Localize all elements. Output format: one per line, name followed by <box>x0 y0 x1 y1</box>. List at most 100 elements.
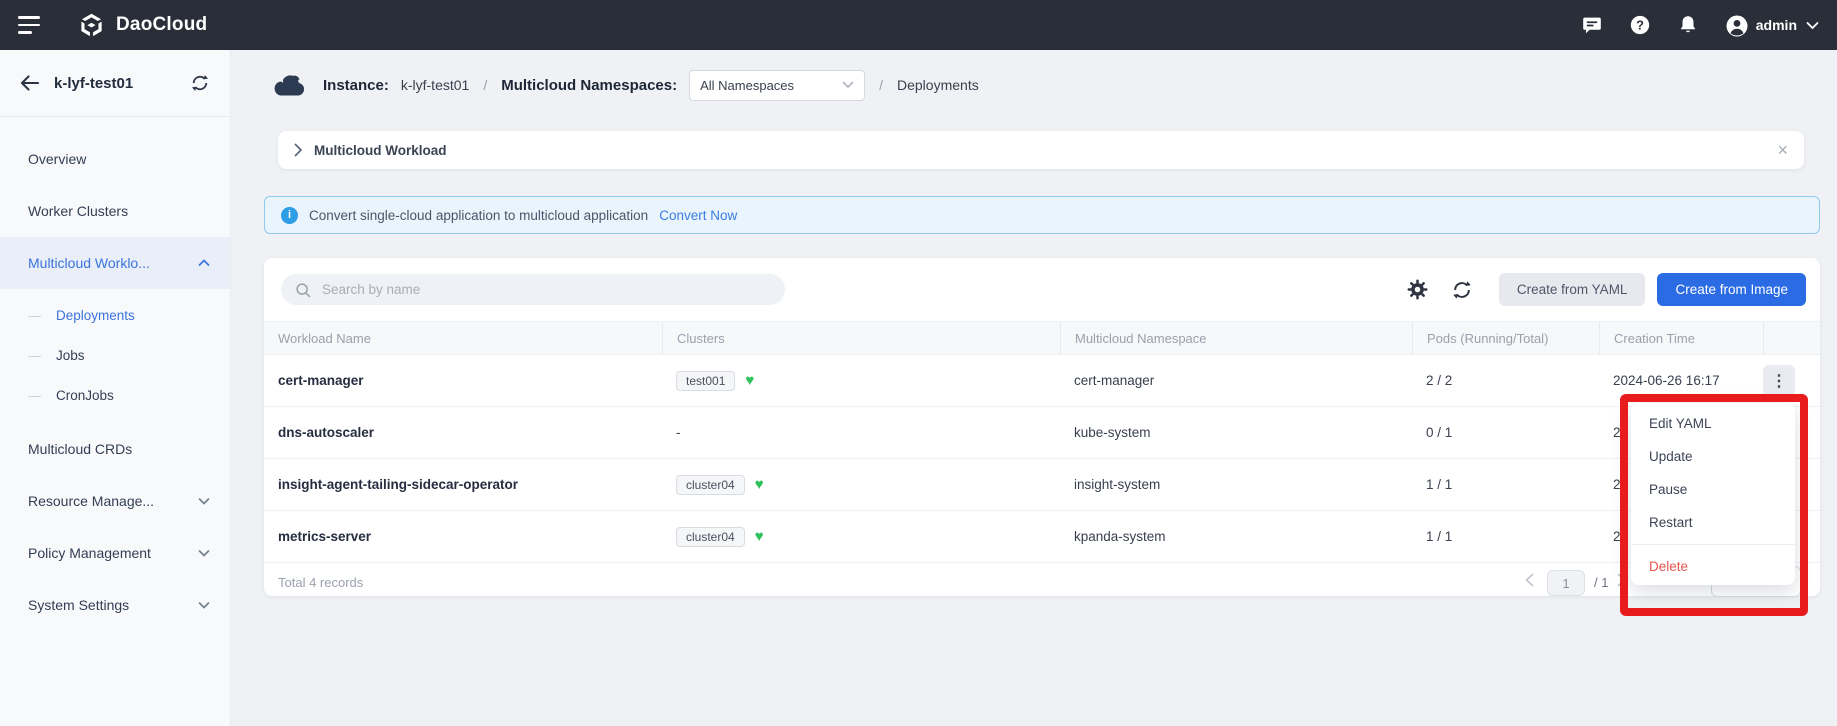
table-row: cert-manager test001 ♥ cert-manager 2 / … <box>264 355 1820 407</box>
workload-name[interactable]: insight-agent-tailing-sidecar-operator <box>264 459 662 510</box>
chevron-down-icon <box>198 497 210 505</box>
cloud-icon <box>270 72 307 98</box>
panel-chevron-right-icon <box>294 143 303 157</box>
page-total: / 1 <box>1594 575 1608 590</box>
help-icon[interactable]: ? <box>1629 14 1651 36</box>
close-icon[interactable]: × <box>1777 141 1788 159</box>
healthy-heart-icon: ♥ <box>755 476 764 493</box>
pods-cell: 1 / 1 <box>1412 511 1599 562</box>
sidebar: k-lyf-test01 Overview Worker Clusters Mu… <box>0 50 231 726</box>
clusters-cell: cluster04 ♥ <box>662 459 1060 510</box>
column-header-creation-time[interactable]: Creation Time <box>1599 322 1763 354</box>
menu-item-edit-yaml[interactable]: Edit YAML <box>1631 407 1795 440</box>
avatar-icon <box>1725 14 1747 36</box>
workload-name[interactable]: metrics-server <box>264 511 662 562</box>
actions-cell: ⋮ <box>1763 355 1820 406</box>
pods-cell: 2 / 2 <box>1412 355 1599 406</box>
next-page-icon[interactable] <box>1616 573 1627 587</box>
create-from-image-button[interactable]: Create from Image <box>1657 273 1806 306</box>
sidebar-header: k-lyf-test01 <box>0 50 230 117</box>
table-row: insight-agent-tailing-sidecar-operator c… <box>264 459 1820 511</box>
sidebar-submenu: —Deployments —Jobs —CronJobs <box>0 289 230 423</box>
namespace-cell: cert-manager <box>1060 355 1412 406</box>
brand: DaoCloud <box>78 12 207 39</box>
create-from-yaml-button[interactable]: Create from YAML <box>1499 273 1646 306</box>
back-arrow-icon[interactable] <box>20 75 39 91</box>
healthy-heart-icon: ♥ <box>755 528 764 545</box>
page-number-input[interactable] <box>1547 570 1585 596</box>
column-header-namespace[interactable]: Multicloud Namespace <box>1060 322 1412 354</box>
column-header-clusters[interactable]: Clusters <box>662 322 1060 354</box>
menu-item-restart[interactable]: Restart <box>1631 506 1795 539</box>
workload-name[interactable]: dns-autoscaler <box>264 407 662 458</box>
menu-item-update[interactable]: Update <box>1631 440 1795 473</box>
column-header-workload-name[interactable]: Workload Name <box>264 322 662 354</box>
breadcrumb-page: Deployments <box>897 77 979 93</box>
sidebar-item-resource-management[interactable]: Resource Manage... <box>0 475 230 527</box>
search-icon <box>295 282 311 298</box>
creation-time-cell: 2024-06-26 16:17 <box>1599 355 1763 406</box>
menu-item-pause[interactable]: Pause <box>1631 473 1795 506</box>
convert-banner: i Convert single-cloud application to mu… <box>264 196 1820 234</box>
user-chevron-down-icon <box>1806 21 1819 30</box>
row-actions-kebab-button[interactable]: ⋮ <box>1763 365 1795 397</box>
clusters-cell: test001 ♥ <box>662 355 1060 406</box>
menu-item-delete[interactable]: Delete <box>1631 550 1795 583</box>
sidebar-item-jobs[interactable]: —Jobs <box>0 335 230 375</box>
topbar-actions: ? admin <box>1581 14 1819 36</box>
cluster-tag: cluster04 <box>676 475 745 495</box>
sidebar-item-system-settings[interactable]: System Settings <box>0 579 230 631</box>
topbar: DaoCloud ? admin <box>0 0 1837 50</box>
refresh-icon[interactable] <box>1451 279 1473 301</box>
banner-text: Convert single-cloud application to mult… <box>309 208 648 223</box>
chevron-up-icon <box>198 259 210 267</box>
workload-name[interactable]: cert-manager <box>264 355 662 406</box>
switch-instance-icon[interactable] <box>190 73 210 93</box>
chevron-down-icon <box>198 549 210 557</box>
gear-icon[interactable] <box>1406 278 1429 301</box>
info-icon: i <box>281 207 298 224</box>
sidebar-item-worker-clusters[interactable]: Worker Clusters <box>0 185 230 237</box>
sidebar-item-cronjobs[interactable]: —CronJobs <box>0 375 230 415</box>
cluster-tag: cluster04 <box>676 527 745 547</box>
instance-value[interactable]: k-lyf-test01 <box>401 77 469 93</box>
multicloud-workload-panel[interactable]: Multicloud Workload × <box>278 131 1804 169</box>
search-input[interactable] <box>320 281 771 298</box>
namespace-select[interactable]: All Namespaces <box>689 70 865 101</box>
brand-name: DaoCloud <box>116 14 207 36</box>
namespace-cell: kpanda-system <box>1060 511 1412 562</box>
clusters-cell: - <box>662 407 1060 458</box>
sidebar-item-overview[interactable]: Overview <box>0 133 230 185</box>
table-toolbar: Create from YAML Create from Image <box>264 258 1820 321</box>
pods-cell: 0 / 1 <box>1412 407 1599 458</box>
user-menu[interactable]: admin <box>1725 14 1819 36</box>
previous-page-icon[interactable] <box>1524 573 1535 587</box>
notification-bell-icon[interactable] <box>1677 14 1699 36</box>
namespace-cell: insight-system <box>1060 459 1412 510</box>
user-name: admin <box>1756 17 1797 33</box>
namespaces-label: Multicloud Namespaces: <box>501 77 677 94</box>
table-header: Workload Name Clusters Multicloud Namesp… <box>264 321 1820 355</box>
menu-hamburger-icon[interactable] <box>18 16 42 34</box>
search-box <box>281 274 785 305</box>
sidebar-item-policy-management[interactable]: Policy Management <box>0 527 230 579</box>
convert-now-link[interactable]: Convert Now <box>659 208 737 223</box>
total-records: Total 4 records <box>278 575 363 590</box>
chat-icon[interactable] <box>1581 14 1603 36</box>
sidebar-item-deployments[interactable]: —Deployments <box>0 295 230 335</box>
cluster-tag: test001 <box>676 371 735 391</box>
namespace-cell: kube-system <box>1060 407 1412 458</box>
sidebar-item-multicloud-workloads[interactable]: Multicloud Worklo... <box>0 237 230 289</box>
dash-icon: — <box>28 348 41 363</box>
svg-text:?: ? <box>1636 18 1644 33</box>
breadcrumb-separator: / <box>877 77 885 93</box>
healthy-heart-icon: ♥ <box>745 372 754 389</box>
menu-divider <box>1631 544 1795 545</box>
sidebar-instance-title: k-lyf-test01 <box>54 75 175 92</box>
sidebar-item-multicloud-crds[interactable]: Multicloud CRDs <box>0 423 230 475</box>
app-window: DaoCloud ? admin <box>0 0 1837 726</box>
sidebar-nav: Overview Worker Clusters Multicloud Work… <box>0 117 230 631</box>
dash-icon: — <box>28 308 41 323</box>
table-row: dns-autoscaler - kube-system 0 / 1 20 ⋮ <box>264 407 1820 459</box>
column-header-pods[interactable]: Pods (Running/Total) <box>1412 322 1599 354</box>
